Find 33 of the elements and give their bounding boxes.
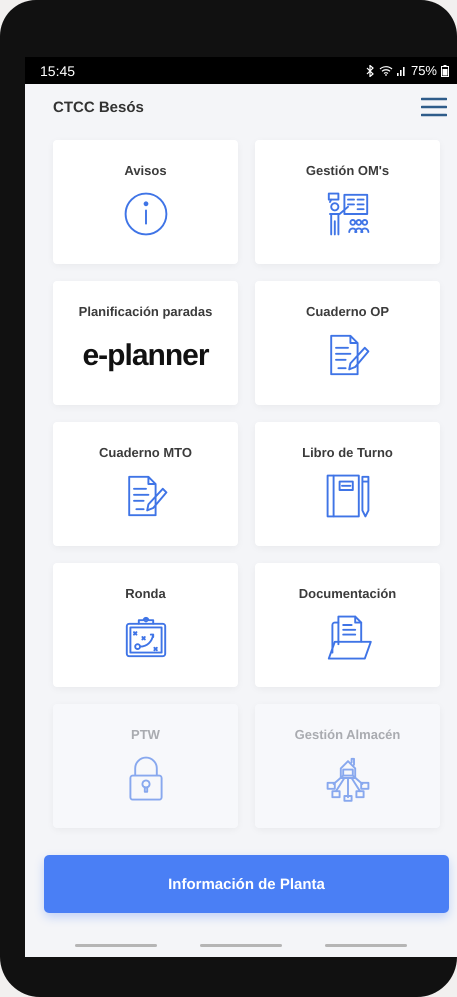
tile-label: Gestión OM's [306, 163, 390, 178]
app-title: CTCC Besós [53, 98, 144, 116]
tile-label: Cuaderno OP [306, 304, 390, 319]
menu-tile[interactable]: Documentación [255, 563, 440, 687]
tile-label: Cuaderno MTO [99, 445, 192, 460]
nav-bar-indicator[interactable] [74, 944, 157, 946]
tile-label: Libro de Turno [302, 445, 393, 460]
menu-tile[interactable]: Cuaderno OP [255, 281, 440, 405]
tile-label: PTW [131, 727, 160, 742]
tile-label: Avisos [124, 163, 167, 178]
wifi-icon [378, 65, 393, 76]
nav-bar-indicator[interactable] [325, 944, 408, 946]
status-time: 15:45 [40, 62, 76, 78]
info-icon [122, 190, 170, 238]
tile-label: Ronda [125, 586, 166, 601]
planner-logo: e-planner [82, 339, 209, 373]
tile-label: Gestión Almacén [294, 727, 400, 742]
battery-percent: 75% [410, 63, 437, 78]
tile-label: Planificación paradas [78, 304, 212, 319]
menu-tile[interactable]: Planificación paradas e-planner [53, 281, 238, 405]
tile-label: Documentación [298, 586, 396, 601]
notebook-pencil-icon [324, 472, 372, 520]
menu-tile[interactable]: Ronda [53, 563, 238, 687]
menu-tile[interactable]: Libro de Turno [255, 422, 440, 546]
nav-bar-indicator[interactable] [200, 944, 282, 946]
plant-info-button[interactable]: Información de Planta [44, 855, 449, 913]
menu-tile[interactable]: Gestión OM's [255, 140, 440, 264]
bluetooth-icon [364, 64, 375, 76]
signal-icon [396, 65, 407, 76]
battery-icon [441, 64, 449, 76]
menu-icon[interactable] [421, 97, 447, 117]
menu-tile[interactable]: Avisos [53, 140, 238, 264]
menu-tile[interactable]: Cuaderno MTO [53, 422, 238, 546]
